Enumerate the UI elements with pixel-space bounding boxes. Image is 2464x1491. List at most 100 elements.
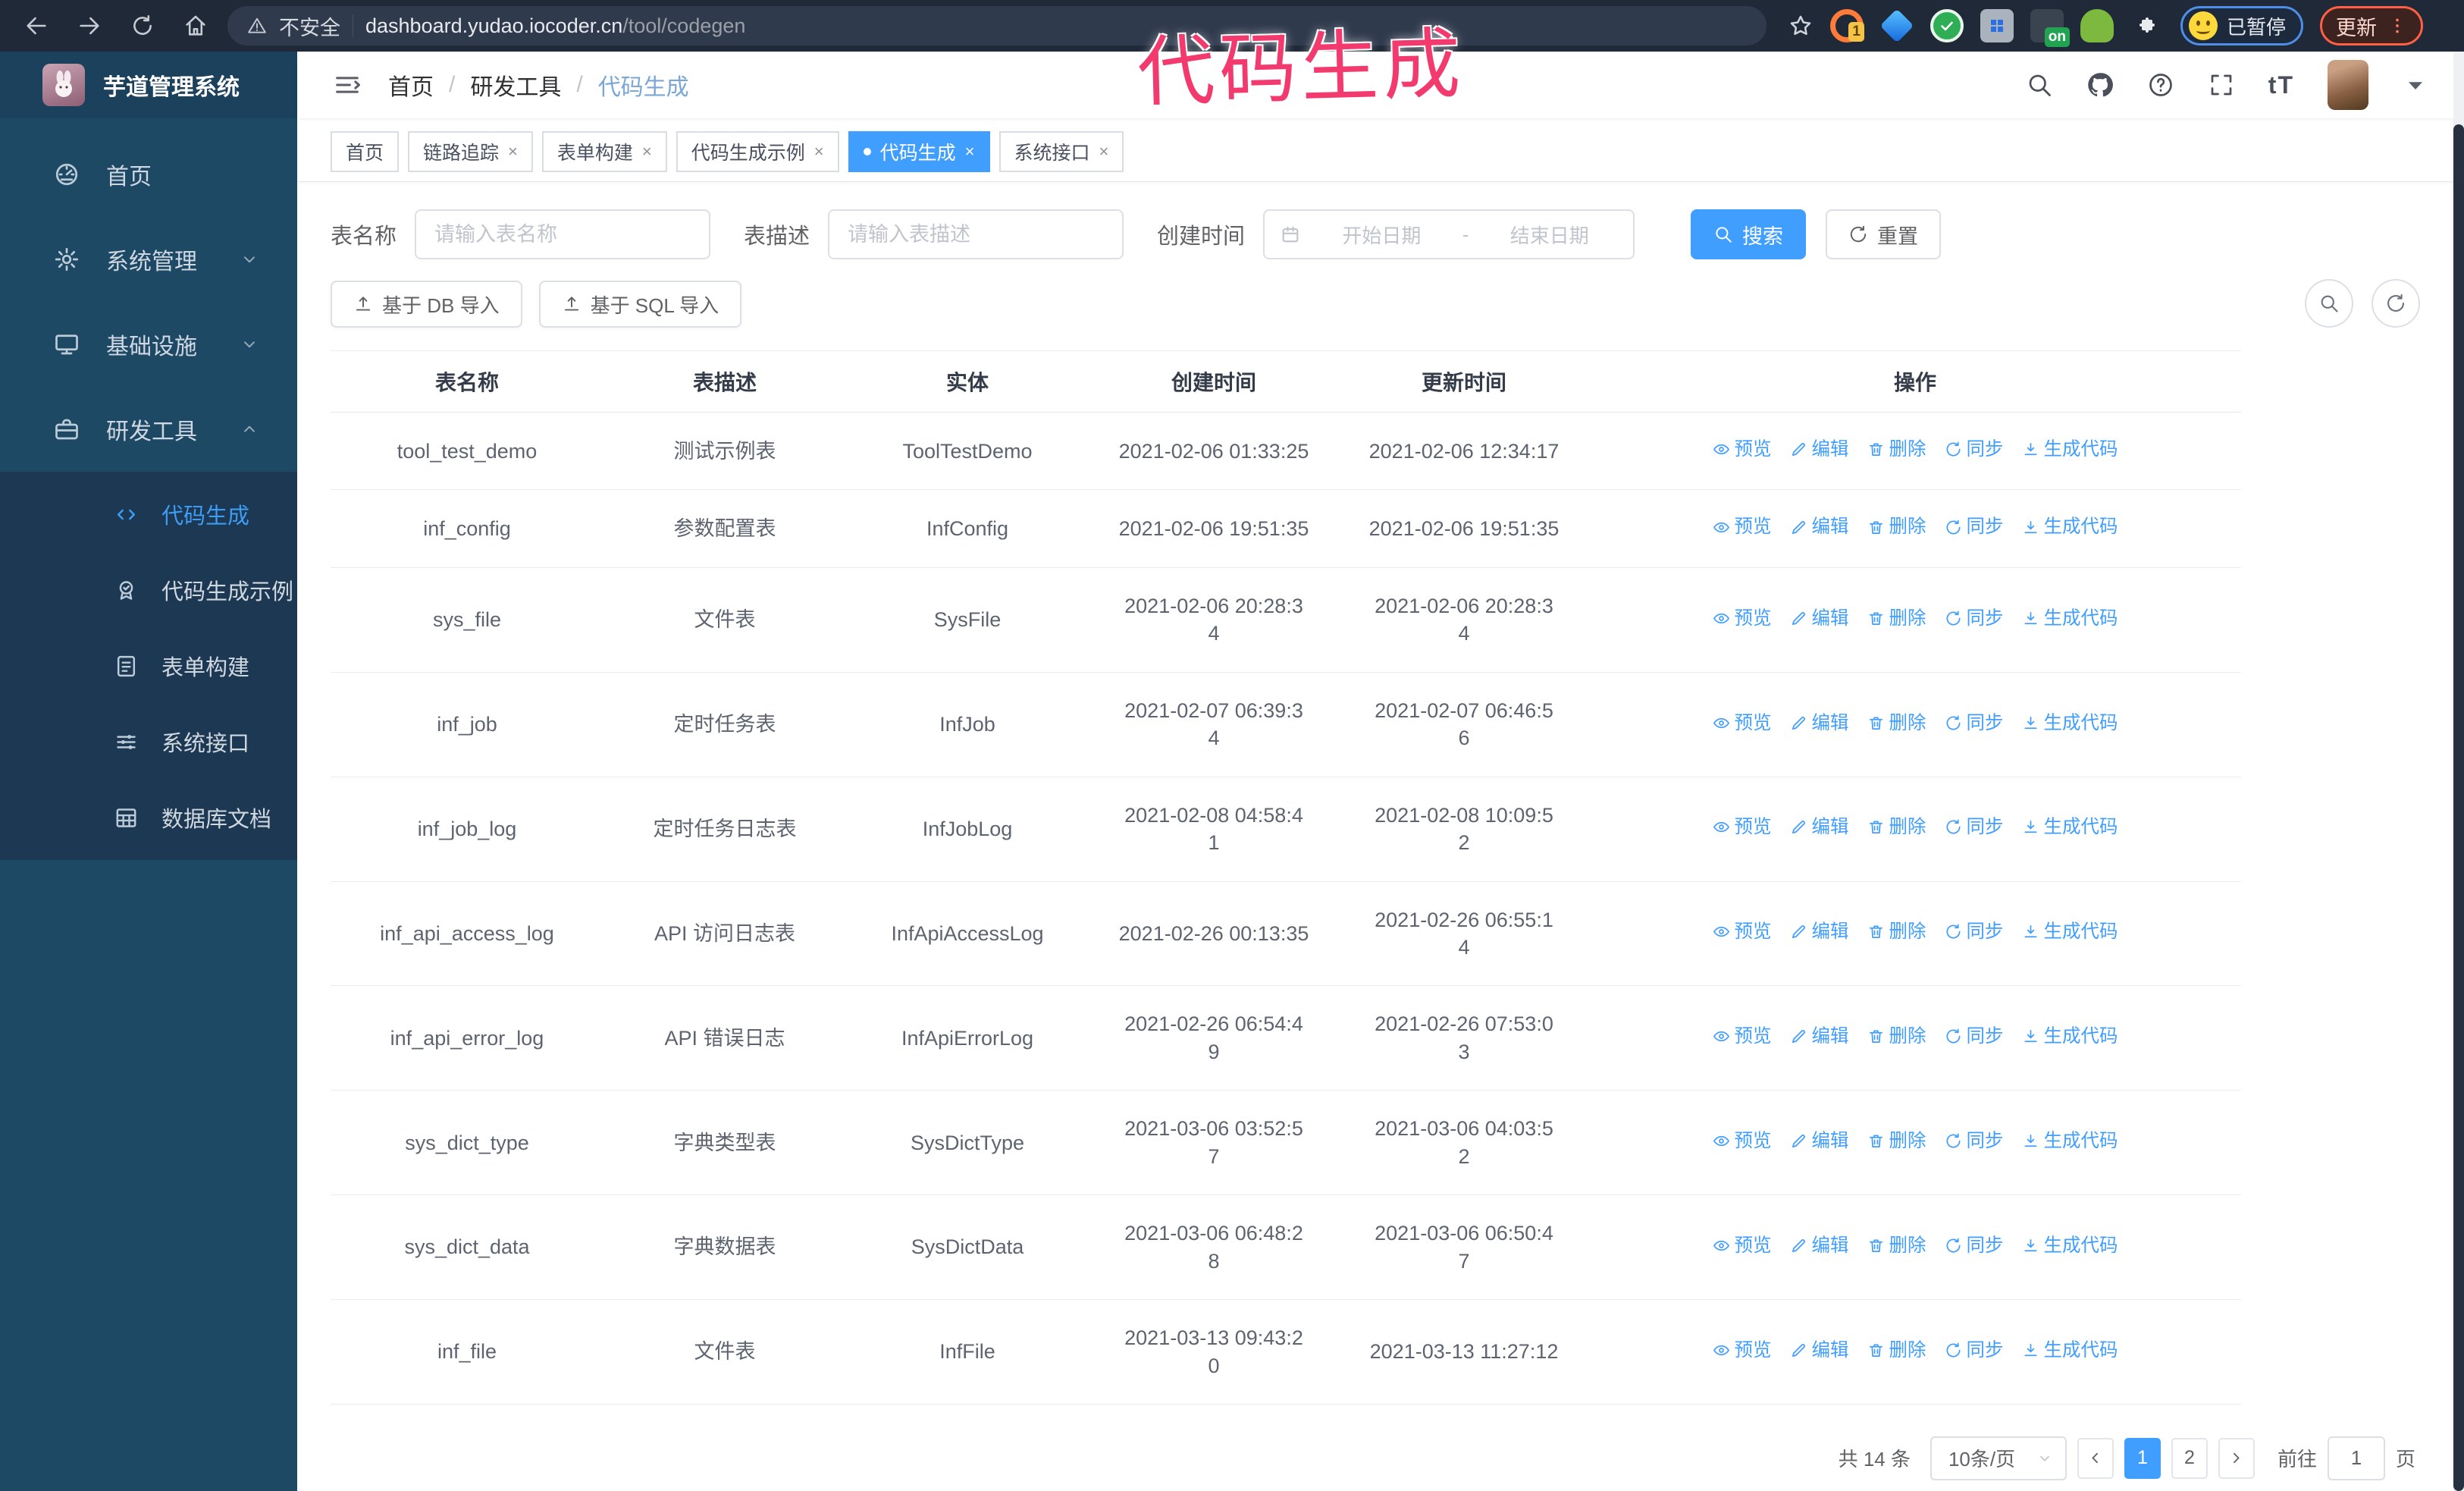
extensions-puzzle-icon[interactable] [2130, 9, 2164, 42]
action-generate-link[interactable]: 生成代码 [2022, 606, 2118, 631]
sidebar-item-0[interactable]: 首页 [0, 132, 297, 217]
tab-3[interactable]: 代码生成示例 × [676, 131, 839, 172]
action-preview-link[interactable]: 预览 [1713, 1024, 1772, 1049]
action-generate-link[interactable]: 生成代码 [2022, 1024, 2118, 1049]
site-security-label[interactable]: 不安全 [279, 11, 340, 41]
action-delete-link[interactable]: 删除 [1867, 1024, 1926, 1049]
browser-reload-button[interactable] [121, 5, 164, 47]
action-edit-link[interactable]: 编辑 [1790, 606, 1849, 631]
tab-5[interactable]: 系统接口 × [998, 131, 1124, 172]
avatar-caret-down-icon[interactable] [2402, 71, 2429, 99]
user-avatar[interactable] [2328, 60, 2368, 110]
start-date-placeholder[interactable]: 开始日期 [1313, 221, 1450, 249]
close-tab-icon[interactable]: × [1099, 142, 1109, 162]
action-preview-link[interactable]: 预览 [1713, 1338, 1772, 1363]
action-generate-link[interactable]: 生成代码 [2022, 815, 2118, 840]
action-sync-link[interactable]: 同步 [1945, 815, 2004, 840]
action-preview-link[interactable]: 预览 [1713, 514, 1772, 539]
browser-home-button[interactable] [174, 5, 217, 47]
table-row[interactable]: inf_api_error_log API 错误日志 InfApiErrorLo… [331, 985, 2241, 1091]
close-tab-icon[interactable]: × [642, 142, 652, 162]
action-sync-link[interactable]: 同步 [1945, 711, 2004, 736]
action-generate-link[interactable]: 生成代码 [2022, 1338, 2118, 1363]
table-row[interactable]: inf_file 文件表 InfFile 2021-03-13 09:43:2 … [331, 1299, 2241, 1405]
extension-icon-2[interactable] [1879, 8, 1914, 43]
sidebar-subitem-2[interactable]: 表单构建 [0, 628, 297, 704]
action-preview-link[interactable]: 预览 [1713, 1128, 1772, 1154]
action-preview-link[interactable]: 预览 [1713, 711, 1772, 736]
breadcrumb-item-home[interactable]: 首页 [388, 68, 434, 102]
action-delete-link[interactable]: 删除 [1867, 514, 1926, 539]
sidebar-logo-row[interactable]: 芋道管理系统 [0, 52, 297, 118]
extension-icon-4[interactable] [1980, 9, 2014, 42]
table-name-input[interactable] [415, 209, 711, 259]
action-edit-link[interactable]: 编辑 [1790, 1024, 1849, 1049]
table-row[interactable]: sys_dict_data 字典数据表 SysDictData 2021-03-… [331, 1194, 2241, 1301]
page-number-button[interactable]: 2 [2171, 1437, 2208, 1479]
browser-menu-dots-icon[interactable] [2387, 16, 2407, 36]
scrollbar-track[interactable] [2453, 52, 2464, 1491]
page-size-select[interactable]: 10条/页 [1930, 1436, 2067, 1480]
action-generate-link[interactable]: 生成代码 [2022, 1128, 2118, 1154]
action-edit-link[interactable]: 编辑 [1790, 437, 1849, 462]
table-row[interactable]: sys_file 文件表 SysFile 2021-02-06 20:28:3 … [331, 567, 2241, 673]
close-tab-icon[interactable]: × [508, 142, 518, 162]
action-edit-link[interactable]: 编辑 [1790, 1128, 1849, 1154]
profile-paused-chip[interactable]: 已暂停 [2180, 6, 2304, 46]
sidebar-subitem-0[interactable]: 代码生成 [0, 476, 297, 552]
browser-update-button[interactable]: 更新 [2320, 6, 2424, 46]
date-range-picker[interactable]: 开始日期 - 结束日期 [1263, 209, 1635, 259]
action-delete-link[interactable]: 删除 [1867, 1128, 1926, 1154]
table-row[interactable]: inf_config 参数配置表 InfConfig 2021-02-06 19… [331, 489, 2241, 568]
action-sync-link[interactable]: 同步 [1945, 1128, 2004, 1154]
reset-button[interactable]: 重置 [1826, 209, 1942, 259]
prev-page-button[interactable] [2077, 1437, 2114, 1479]
fullscreen-icon[interactable] [2208, 71, 2235, 99]
action-delete-link[interactable]: 删除 [1867, 815, 1926, 840]
table-row[interactable]: sys_dict_type 字典类型表 SysDictType 2021-03-… [331, 1090, 2241, 1196]
table-row[interactable]: inf_job 定时任务表 InfJob 2021-02-07 06:39:3 … [331, 672, 2241, 777]
action-edit-link[interactable]: 编辑 [1790, 1338, 1849, 1363]
close-tab-icon[interactable]: × [965, 142, 975, 162]
action-edit-link[interactable]: 编辑 [1790, 514, 1849, 539]
extension-icon-3[interactable] [1930, 9, 1964, 42]
action-edit-link[interactable]: 编辑 [1790, 711, 1849, 736]
action-delete-link[interactable]: 删除 [1867, 1338, 1926, 1363]
sidebar-subitem-1[interactable]: 代码生成示例 [0, 552, 297, 628]
action-sync-link[interactable]: 同步 [1945, 437, 2004, 462]
tab-0[interactable]: 首页 [331, 131, 400, 172]
sidebar-item-1[interactable]: 系统管理 [0, 217, 297, 302]
sidebar-item-3[interactable]: 研发工具 [0, 387, 297, 472]
action-sync-link[interactable]: 同步 [1945, 1024, 2004, 1049]
page-number-button[interactable]: 1 [2124, 1437, 2161, 1479]
breadcrumb-item-tools[interactable]: 研发工具 [470, 68, 561, 102]
table-row[interactable]: inf_api_access_log API 访问日志表 InfApiAcces… [331, 881, 2241, 987]
action-preview-link[interactable]: 预览 [1713, 437, 1772, 462]
sidebar-subitem-4[interactable]: 数据库文档 [0, 780, 297, 855]
next-page-button[interactable] [2218, 1437, 2255, 1479]
header-search-icon[interactable] [2026, 71, 2053, 99]
action-delete-link[interactable]: 删除 [1867, 437, 1926, 462]
sidebar-toggle-hamburger-icon[interactable] [332, 70, 362, 100]
url-bar[interactable]: 不安全 dashboard.yudao.iocoder.cn/tool/code… [227, 6, 1766, 46]
action-delete-link[interactable]: 删除 [1867, 606, 1926, 631]
close-tab-icon[interactable]: × [814, 142, 824, 162]
help-icon[interactable] [2147, 71, 2174, 99]
action-sync-link[interactable]: 同步 [1945, 606, 2004, 631]
toggle-search-button[interactable] [2305, 279, 2353, 328]
action-sync-link[interactable]: 同步 [1945, 919, 2004, 944]
end-date-placeholder[interactable]: 结束日期 [1481, 221, 1618, 249]
sidebar-subitem-3[interactable]: 系统接口 [0, 704, 297, 780]
action-preview-link[interactable]: 预览 [1713, 919, 1772, 944]
action-generate-link[interactable]: 生成代码 [2022, 437, 2118, 462]
table-row[interactable]: tool_test_demo 测试示例表 ToolTestDemo 2021-0… [331, 412, 2241, 491]
search-button[interactable]: 搜索 [1691, 209, 1807, 259]
extension-icon-1[interactable]: 1 [1830, 9, 1864, 42]
action-generate-link[interactable]: 生成代码 [2022, 711, 2118, 736]
refresh-table-button[interactable] [2372, 279, 2420, 328]
action-preview-link[interactable]: 预览 [1713, 815, 1772, 840]
table-desc-input[interactable] [828, 209, 1124, 259]
tab-1[interactable]: 链路追踪 × [408, 131, 533, 172]
action-edit-link[interactable]: 编辑 [1790, 919, 1849, 944]
action-preview-link[interactable]: 预览 [1713, 606, 1772, 631]
